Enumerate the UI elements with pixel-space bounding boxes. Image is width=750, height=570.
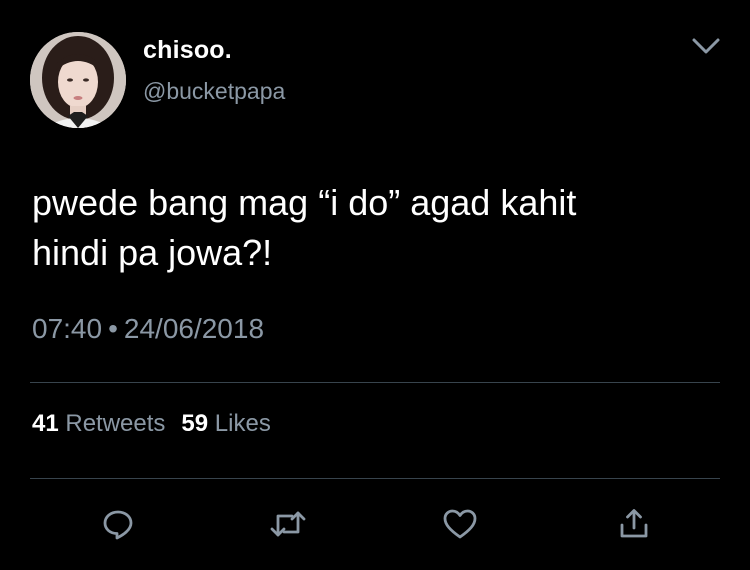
action-bar: [0, 504, 750, 544]
tweet-card: chisoo. @bucketpapa pwede bang mag “i do…: [0, 0, 750, 570]
avatar[interactable]: [30, 32, 126, 128]
likes-stat[interactable]: 59 Likes: [181, 410, 270, 437]
tweet-text: pwede bang mag “i do” agad kahit hindi p…: [32, 182, 577, 273]
avatar-image: [30, 32, 126, 128]
retweets-count: 41: [32, 410, 59, 437]
tweet-stats: 41 Retweets 59 Likes: [32, 410, 271, 438]
retweet-icon[interactable]: [268, 504, 308, 544]
retweets-stat[interactable]: 41 Retweets: [32, 410, 165, 437]
share-icon[interactable]: [614, 504, 654, 544]
divider-top: [30, 382, 720, 383]
reply-icon[interactable]: [98, 504, 138, 544]
chevron-down-icon[interactable]: [688, 32, 724, 60]
retweets-label: Retweets: [65, 410, 166, 437]
heart-icon[interactable]: [440, 504, 480, 544]
likes-label: Likes: [214, 410, 271, 437]
tweet-date: 24/06/2018: [123, 313, 265, 344]
divider-bottom: [30, 478, 720, 479]
likes-count: 59: [181, 410, 209, 437]
display-name[interactable]: chisoo.: [143, 36, 232, 65]
tweet-time: 07:40: [32, 313, 103, 344]
username-handle[interactable]: @bucketpapa: [143, 78, 285, 105]
tweet-timestamp: 07:40 • 24/06/2018: [32, 313, 264, 345]
timestamp-separator: •: [108, 313, 118, 344]
